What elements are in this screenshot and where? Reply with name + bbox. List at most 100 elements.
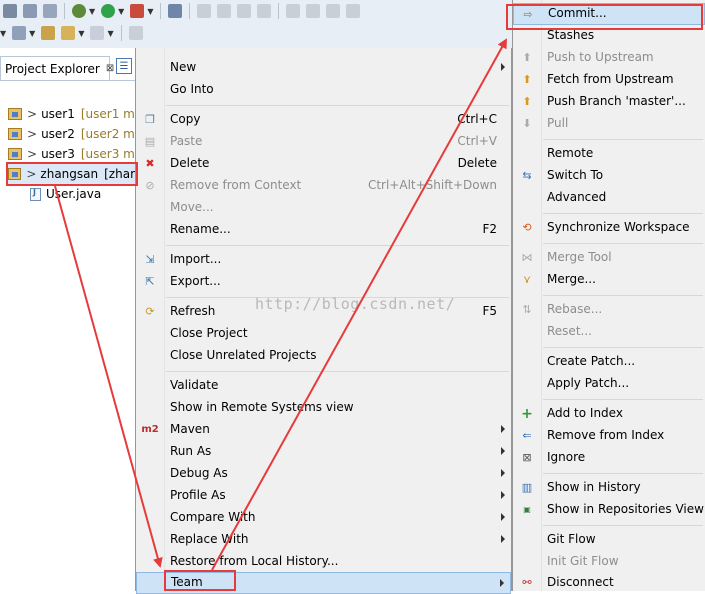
team-item-show-in-repositories-view[interactable]: ▣ Show in Repositories View — [513, 499, 705, 521]
terminate-icon[interactable] — [237, 4, 252, 18]
menu-item-rename[interactable]: Rename... F2 — [136, 219, 511, 241]
team-item-synchronize-workspace[interactable]: ⟲ Synchronize Workspace — [513, 217, 705, 239]
menu-item-label: Remove from Context — [170, 178, 302, 192]
team-item-pull[interactable]: ⬇ Pull — [513, 113, 705, 135]
menu-item-export[interactable]: ⇱ Export... — [136, 271, 511, 293]
toolbar-row-1: ▼ ▼ ▼ — [0, 0, 363, 22]
close-icon[interactable]: ⊠ — [106, 63, 114, 74]
team-item-disconnect[interactable]: ⚯ Disconnect — [513, 572, 705, 591]
menu-item-delete[interactable]: ✖ Delete Delete — [136, 153, 511, 175]
step-return-icon[interactable] — [326, 4, 341, 18]
chevron-down-icon[interactable]: ▼ — [0, 29, 6, 38]
team-item-apply-patch[interactable]: Apply Patch... — [513, 373, 705, 395]
menu-item-debug-as[interactable]: Debug As — [136, 463, 511, 485]
disconnect-icon[interactable] — [257, 4, 272, 18]
team-item-merge-tool[interactable]: ⋈ Merge Tool — [513, 247, 705, 269]
team-item-remove-from-index[interactable]: ⇐ Remove from Index — [513, 425, 705, 447]
tree-item-user3[interactable]: > user3 [user3 m — [8, 144, 135, 164]
last-edit-location-icon[interactable] — [41, 26, 56, 40]
menu-item-label: Compare With — [170, 510, 256, 524]
toolbar-row-2: ▼ ▼ ▼ ▼ — [0, 22, 146, 44]
menu-item-close-unrelated-projects[interactable]: Close Unrelated Projects — [136, 345, 511, 367]
menu-item-label: Fetch from Upstream — [547, 72, 674, 86]
tree-item-user2[interactable]: > user2 [user2 m — [8, 124, 135, 144]
team-item-commit[interactable]: ⇨ Commit... — [513, 3, 705, 25]
menu-item-new[interactable]: New — [136, 57, 511, 79]
file-name: User.java — [46, 187, 102, 201]
toolbar-save-all-icon[interactable] — [23, 4, 37, 18]
team-item-switch-to[interactable]: ⇆ Switch To — [513, 165, 705, 187]
toolbar-separator — [278, 3, 280, 19]
menu-item-label: Run As — [170, 444, 212, 458]
toolbar-print-icon[interactable] — [43, 4, 57, 18]
menu-item-move[interactable]: Move... — [136, 197, 511, 219]
step-into-icon[interactable] — [286, 4, 301, 18]
team-item-stashes[interactable]: Stashes — [513, 25, 705, 47]
menu-item-label: Advanced — [547, 190, 607, 204]
chevron-down-icon[interactable]: ▼ — [78, 29, 84, 38]
toolbar-save-icon[interactable] — [3, 4, 17, 18]
team-item-push-to-upstream[interactable]: ⬆ Push to Upstream — [513, 47, 705, 69]
chevron-down-icon[interactable]: ▼ — [118, 7, 124, 16]
team-item-show-in-history[interactable]: ▥ Show in History — [513, 477, 705, 499]
back-icon[interactable] — [61, 26, 76, 40]
menu-item-copy[interactable]: ❐ Copy Ctrl+C — [136, 109, 511, 131]
run-icon[interactable] — [101, 4, 116, 18]
team-item-create-patch[interactable]: Create Patch... — [513, 351, 705, 373]
chevron-down-icon[interactable]: ▼ — [89, 7, 95, 16]
pin-editor-icon[interactable] — [128, 26, 143, 40]
menu-item-go-into[interactable]: Go Into — [136, 79, 511, 101]
external-tools-icon[interactable] — [130, 4, 145, 18]
skip-breakpoints-icon[interactable] — [168, 4, 183, 18]
team-item-reset[interactable]: Reset... — [513, 321, 705, 343]
tree-item-user1[interactable]: > user1 [user1 m — [8, 104, 135, 124]
menu-item-label: Stashes — [547, 28, 595, 42]
menu-item-import[interactable]: ⇲ Import... — [136, 249, 511, 271]
tree-item-zhangsan[interactable]: > zhangsan [zhar — [8, 164, 135, 184]
team-item-add-to-index[interactable]: + Add to Index — [513, 403, 705, 425]
drop-to-frame-icon[interactable] — [346, 4, 361, 18]
suspend-icon[interactable] — [217, 4, 232, 18]
forward-icon[interactable] — [90, 26, 105, 40]
menu-item-label: Push Branch 'master'... — [547, 94, 686, 108]
chevron-down-icon[interactable]: ▼ — [147, 7, 153, 16]
menu-item-maven[interactable]: m2 Maven — [136, 419, 511, 441]
menu-item-run-as[interactable]: Run As — [136, 441, 511, 463]
submenu-arrow-icon — [501, 491, 505, 499]
menu-item-compare-with[interactable]: Compare With — [136, 507, 511, 529]
menu-item-paste[interactable]: ▤ Paste Ctrl+V — [136, 131, 511, 153]
team-item-merge[interactable]: ⋎ Merge... — [513, 269, 705, 291]
menu-item-replace-with[interactable]: Replace With — [136, 529, 511, 551]
context-menu: New Go Into ❐ Copy Ctrl+C ▤ Paste Ctrl+V ✖ De… — [135, 48, 512, 594]
menu-separator — [166, 105, 509, 106]
menu-item-validate[interactable]: Validate — [136, 375, 511, 397]
menu-item-label: Merge Tool — [547, 250, 612, 264]
team-item-git-flow[interactable]: Git Flow — [513, 529, 705, 551]
team-item-ignore[interactable]: ⊠ Ignore — [513, 447, 705, 469]
tree-item-user-java[interactable]: User.java — [30, 184, 101, 204]
project-explorer-tab[interactable]: Project Explorer ⊠ — [0, 56, 114, 80]
team-item-remote[interactable]: Remote — [513, 143, 705, 165]
team-item-fetch-from-upstream[interactable]: ⬆ Fetch from Upstream — [513, 69, 705, 91]
team-item-push-branch[interactable]: ⬆ Push Branch 'master'... — [513, 91, 705, 113]
next-annotation-icon[interactable] — [12, 26, 27, 40]
menu-item-show-in-remote-systems[interactable]: Show in Remote Systems view — [136, 397, 511, 419]
step-over-icon[interactable] — [306, 4, 321, 18]
view-menu-icon[interactable]: ☰ — [116, 58, 132, 74]
resume-icon[interactable] — [197, 4, 212, 18]
debug-icon[interactable] — [72, 4, 86, 18]
team-item-advanced[interactable]: Advanced — [513, 187, 705, 209]
git-prefix: > — [27, 147, 38, 161]
team-item-init-git-flow[interactable]: Init Git Flow — [513, 551, 705, 573]
chevron-down-icon[interactable]: ▼ — [107, 29, 113, 38]
submenu-arrow-icon — [500, 579, 504, 587]
menu-item-restore-from-local-history[interactable]: Restore from Local History... — [136, 551, 511, 573]
menu-item-close-project[interactable]: Close Project — [136, 323, 511, 345]
menu-item-label: Close Unrelated Projects — [170, 348, 317, 362]
menu-item-profile-as[interactable]: Profile As — [136, 485, 511, 507]
menu-item-remove-from-context[interactable]: ⊘ Remove from Context Ctrl+Alt+Shift+Down — [136, 175, 511, 197]
menu-item-label: Create Patch... — [547, 354, 636, 368]
team-item-rebase[interactable]: ⇅ Rebase... — [513, 299, 705, 321]
menu-item-label: Show in History — [547, 480, 641, 494]
chevron-down-icon[interactable]: ▼ — [29, 29, 35, 38]
